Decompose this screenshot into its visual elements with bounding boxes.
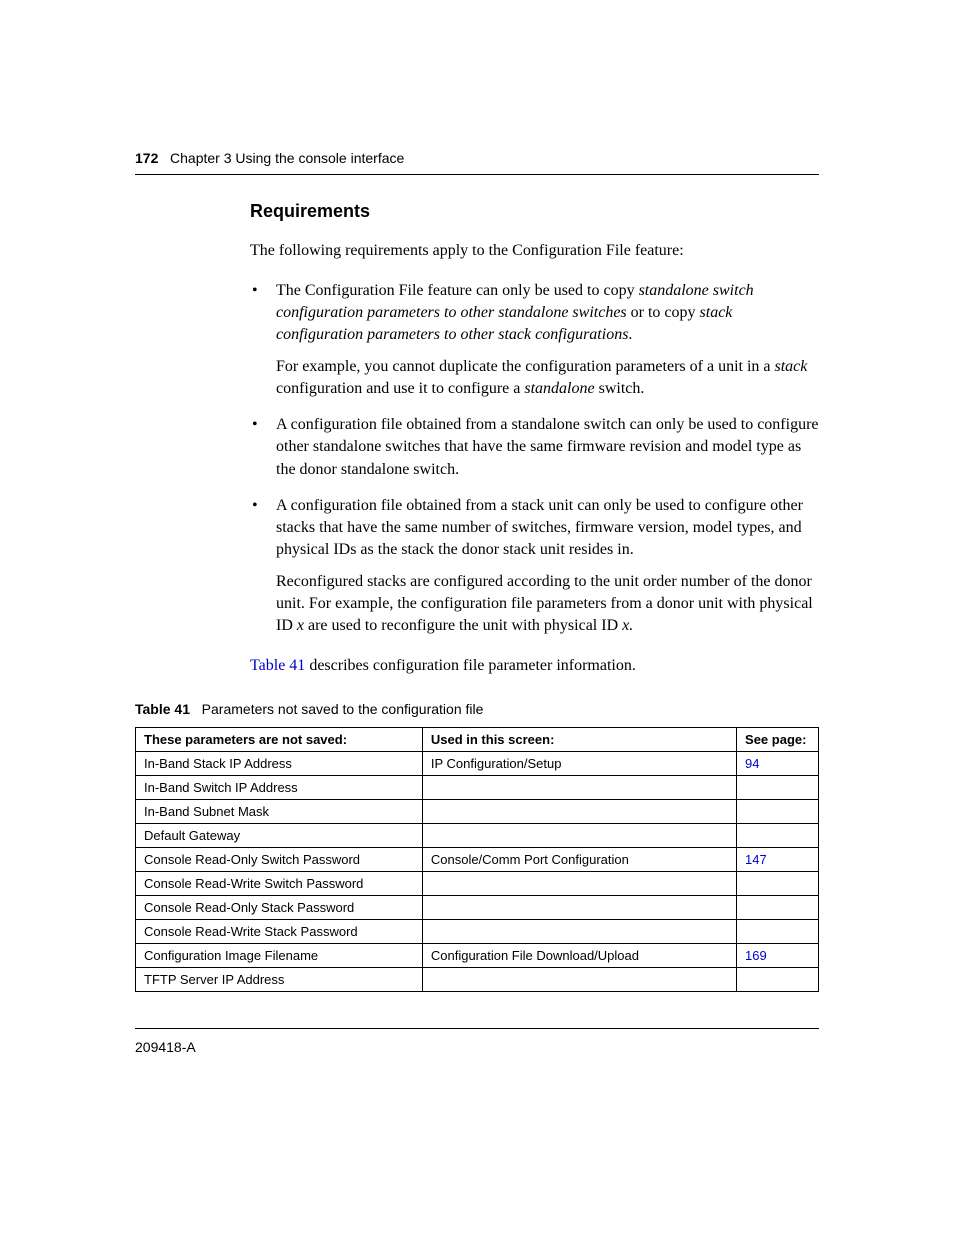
table-cell: [737, 824, 819, 848]
table-cell: Console Read-Only Switch Password: [136, 848, 423, 872]
chapter-title: Chapter 3 Using the console interface: [170, 150, 404, 166]
intro-paragraph: The following requirements apply to the …: [250, 242, 819, 260]
text: A configuration file obtained from a sta…: [276, 497, 803, 558]
table-cross-ref-link[interactable]: Table 41: [250, 657, 305, 674]
table-row: In-Band Subnet Mask: [136, 800, 819, 824]
table-cell: Configuration Image Filename: [136, 944, 423, 968]
table-row: Default Gateway: [136, 824, 819, 848]
table-cell: [422, 776, 736, 800]
parameters-table: These parameters are not saved: Used in …: [135, 727, 819, 992]
text: switch.: [595, 380, 645, 397]
page-ref-link[interactable]: 169: [745, 948, 767, 963]
table-cell: [737, 968, 819, 992]
table-label: Table 41: [135, 701, 190, 717]
table-cell: [737, 920, 819, 944]
table-header-row: These parameters are not saved: Used in …: [136, 728, 819, 752]
requirements-list: The Configuration File feature can only …: [250, 280, 819, 637]
table-cell: 147: [737, 848, 819, 872]
sub-paragraph: For example, you cannot duplicate the co…: [276, 356, 819, 400]
text-italic: stack: [775, 358, 808, 375]
table-cell: Console Read-Only Stack Password: [136, 896, 423, 920]
table-row: In-Band Switch IP Address: [136, 776, 819, 800]
table-cell: [422, 872, 736, 896]
table-cell: IP Configuration/Setup: [422, 752, 736, 776]
table-cell: [422, 968, 736, 992]
table-title: Parameters not saved to the configuratio…: [202, 701, 484, 717]
table-cell: 94: [737, 752, 819, 776]
table-body: In-Band Stack IP AddressIP Configuration…: [136, 752, 819, 992]
table-row: Console Read-Write Stack Password: [136, 920, 819, 944]
document-page: 172 Chapter 3 Using the console interfac…: [0, 0, 954, 1235]
table-row: Console Read-Only Stack Password: [136, 896, 819, 920]
text: configuration and use it to configure a: [276, 380, 524, 397]
text: are used to reconfigure the unit with ph…: [304, 617, 622, 634]
table-cell: [737, 896, 819, 920]
page-footer: 209418-A: [135, 1028, 819, 1055]
text: The Configuration File feature can only …: [276, 282, 639, 299]
table-cell: In-Band Subnet Mask: [136, 800, 423, 824]
column-header: Used in this screen:: [422, 728, 736, 752]
document-id: 209418-A: [135, 1039, 196, 1055]
text-italic: x: [297, 617, 304, 634]
list-item: A configuration file obtained from a sta…: [250, 414, 819, 480]
column-header: See page:: [737, 728, 819, 752]
table-cell: Configuration File Download/Upload: [422, 944, 736, 968]
list-item: A configuration file obtained from a sta…: [250, 495, 819, 637]
table-cell: [422, 896, 736, 920]
page-ref-link[interactable]: 94: [745, 756, 759, 771]
table-cell: Default Gateway: [136, 824, 423, 848]
table-cell: In-Band Switch IP Address: [136, 776, 423, 800]
table-cell: In-Band Stack IP Address: [136, 752, 423, 776]
table-cell: TFTP Server IP Address: [136, 968, 423, 992]
table-cell: 169: [737, 944, 819, 968]
list-item: The Configuration File feature can only …: [250, 280, 819, 400]
text: A configuration file obtained from a sta…: [276, 416, 819, 477]
text: .: [628, 326, 632, 343]
page-number: 172: [135, 150, 158, 166]
text: For example, you cannot duplicate the co…: [276, 358, 775, 375]
text-italic: standalone: [524, 380, 594, 397]
table-cell: Console Read-Write Switch Password: [136, 872, 423, 896]
text-italic: x.: [622, 617, 633, 634]
sub-paragraph: Reconfigured stacks are configured accor…: [276, 571, 819, 637]
table-reference-paragraph: Table 41 describes configuration file pa…: [250, 657, 819, 675]
table-cell: [737, 800, 819, 824]
table-cell: [422, 800, 736, 824]
table-caption: Table 41 Parameters not saved to the con…: [135, 701, 819, 717]
table-row: Configuration Image FilenameConfiguratio…: [136, 944, 819, 968]
table-row: Console Read-Write Switch Password: [136, 872, 819, 896]
page-header: 172 Chapter 3 Using the console interfac…: [135, 150, 819, 175]
table-row: In-Band Stack IP AddressIP Configuration…: [136, 752, 819, 776]
table-cell: [422, 920, 736, 944]
table-row: Console Read-Only Switch PasswordConsole…: [136, 848, 819, 872]
table-cell: [737, 872, 819, 896]
column-header: These parameters are not saved:: [136, 728, 423, 752]
table-cell: [737, 776, 819, 800]
table-cell: Console/Comm Port Configuration: [422, 848, 736, 872]
section-heading: Requirements: [250, 201, 819, 222]
page-ref-link[interactable]: 147: [745, 852, 767, 867]
text: or to copy: [627, 304, 700, 321]
table-cell: Console Read-Write Stack Password: [136, 920, 423, 944]
table-cell: [422, 824, 736, 848]
text: describes configuration file parameter i…: [305, 657, 636, 674]
table-row: TFTP Server IP Address: [136, 968, 819, 992]
